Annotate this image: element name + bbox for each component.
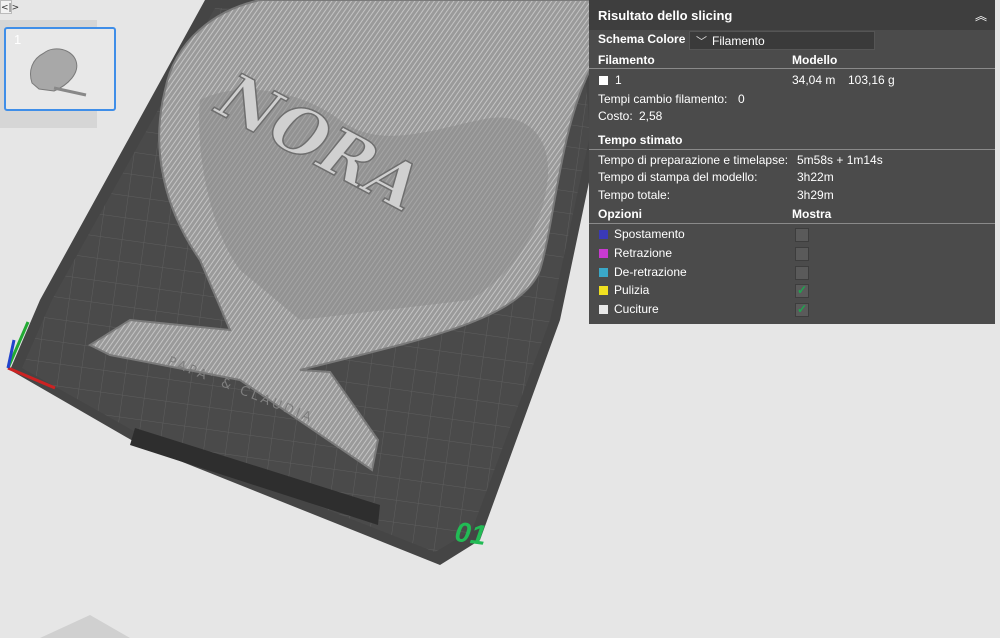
color-scheme-select[interactable]: ﹀ Filamento bbox=[689, 31, 875, 50]
plate-number: 01 bbox=[453, 515, 489, 552]
check-icon: ✓ bbox=[797, 283, 808, 297]
option-visibility-checkbox[interactable]: ✓ bbox=[795, 283, 809, 298]
plate-thumbnail-number: 1 bbox=[14, 32, 22, 47]
option-label: De-retrazione bbox=[614, 265, 687, 279]
option-visibility-checkbox[interactable] bbox=[795, 247, 809, 261]
filament-header: Filamento bbox=[598, 53, 655, 67]
plate-thumbnail[interactable]: 1 bbox=[4, 27, 116, 111]
option-label: Retrazione bbox=[614, 246, 673, 260]
slicing-result-panel: Risultato dello slicing ︽ Schema Colore … bbox=[589, 0, 995, 324]
print-time-value: 3h22m bbox=[797, 170, 834, 184]
sidebar-toggle-button[interactable]: <|> bbox=[0, 0, 19, 14]
option-visibility-checkbox[interactable] bbox=[795, 228, 809, 242]
option-swatch bbox=[599, 305, 608, 314]
option-swatch bbox=[599, 249, 608, 258]
show-header: Mostra bbox=[792, 207, 832, 221]
color-scheme-value: Filamento bbox=[712, 34, 765, 48]
filament-weight: 103,16 g bbox=[848, 73, 895, 87]
plate-thumbnail-image bbox=[30, 48, 87, 97]
print-time-label: Tempo di stampa del modello: bbox=[598, 170, 758, 184]
filament-swatch bbox=[599, 76, 608, 85]
option-visibility-checkbox[interactable] bbox=[795, 266, 809, 280]
check-icon: ✓ bbox=[797, 302, 808, 316]
option-swatch bbox=[599, 286, 608, 295]
option-label: Pulizia bbox=[614, 283, 650, 297]
cost-value: 2,58 bbox=[639, 109, 663, 123]
prep-time-label: Tempo di preparazione e timelapse: bbox=[598, 153, 789, 167]
plate-thumbnail-panel: 1 bbox=[0, 20, 116, 128]
total-time-value: 3h29m bbox=[797, 188, 834, 202]
option-label: Cuciture bbox=[614, 302, 659, 316]
option-visibility-checkbox[interactable]: ✓ bbox=[795, 302, 809, 317]
filament-changes-value: 0 bbox=[738, 92, 745, 106]
model-header: Modello bbox=[792, 53, 838, 67]
panel-header: Risultato dello slicing ︽ bbox=[589, 0, 995, 30]
options-header: Opzioni bbox=[598, 207, 642, 221]
total-time-label: Tempo totale: bbox=[598, 188, 671, 202]
color-scheme-label: Schema Colore bbox=[598, 32, 686, 46]
collapse-icon[interactable]: ︽ bbox=[975, 7, 987, 24]
option-label: Spostamento bbox=[614, 227, 685, 241]
divider bbox=[589, 68, 995, 69]
divider bbox=[589, 149, 995, 150]
filament-length: 34,04 m bbox=[792, 73, 836, 87]
cost-label: Costo: bbox=[598, 109, 633, 123]
divider bbox=[589, 223, 995, 224]
panel-title: Risultato dello slicing bbox=[598, 8, 733, 23]
filament-changes-label: Tempi cambio filamento: bbox=[598, 92, 728, 106]
option-swatch bbox=[599, 268, 608, 277]
option-swatch bbox=[599, 230, 608, 239]
prep-time-value: 5m58s + 1m14s bbox=[797, 153, 883, 167]
filament-id: 1 bbox=[615, 73, 622, 87]
chevron-down-icon: ﹀ bbox=[696, 36, 707, 48]
time-header: Tempo stimato bbox=[598, 133, 683, 147]
